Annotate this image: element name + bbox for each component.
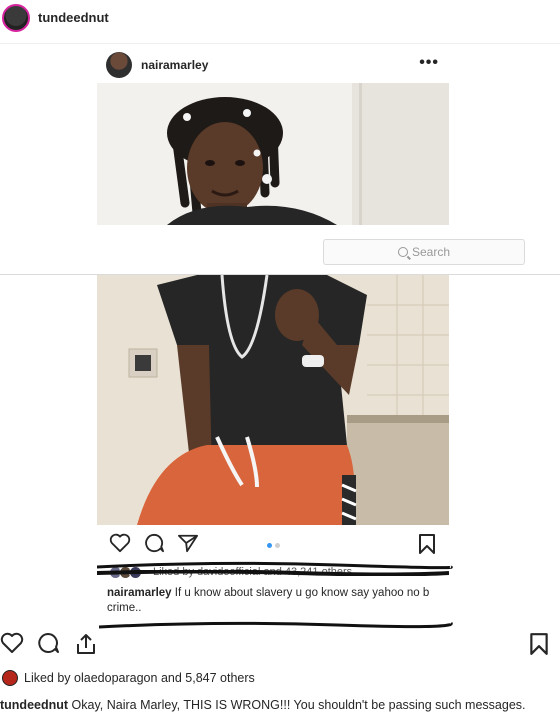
embedded-username[interactable]: nairamarley: [141, 58, 208, 72]
embedded-action-bar: [97, 533, 449, 557]
heart-icon[interactable]: [0, 632, 24, 654]
post-likes: Liked by olaedoparagon and 5,847 others: [0, 669, 255, 687]
embedded-caption-username[interactable]: nairamarley: [107, 587, 172, 599]
embedded-post-header: nairamarley •••: [97, 48, 449, 82]
carousel-dot-active: [267, 543, 272, 548]
share-icon[interactable]: [177, 533, 199, 553]
search-icon: [397, 247, 408, 257]
avatar[interactable]: [2, 4, 30, 32]
likes-user[interactable]: olaedoparagon: [74, 671, 157, 685]
comment-icon[interactable]: [36, 632, 60, 654]
embedded-screenshot: nairamarley ••• Search Liked by davidoof…: [0, 43, 560, 633]
post-username[interactable]: tundeednut: [38, 10, 109, 25]
bookmark-icon[interactable]: [417, 533, 437, 555]
search-placeholder: Search: [411, 245, 451, 259]
scribble-underline: [98, 621, 453, 629]
photo-bottom-graphic: [97, 275, 449, 525]
more-icon[interactable]: •••: [419, 54, 439, 72]
avatar[interactable]: [2, 670, 18, 686]
embedded-photo-top: [97, 83, 449, 225]
embedded-caption: nairamarley If u know about slavery u go…: [107, 586, 447, 616]
heart-icon[interactable]: [109, 533, 131, 553]
likes-count[interactable]: and 5,847 others: [161, 671, 255, 685]
caption-username[interactable]: tundeednut: [0, 698, 68, 712]
carousel-indicator: [267, 543, 280, 548]
likes-prefix: Liked by: [24, 671, 71, 685]
bookmark-icon[interactable]: [528, 632, 550, 656]
carousel-dot: [275, 543, 280, 548]
share-icon[interactable]: [74, 632, 98, 656]
post-header: tundeednut: [0, 0, 560, 34]
caption-text: Okay, Naira Marley, THIS IS WRONG!!! You…: [71, 698, 526, 712]
post-caption: tundeednut Okay, Naira Marley, THIS IS W…: [0, 698, 526, 712]
scribble-overline: [97, 561, 453, 570]
search-input[interactable]: Search: [323, 239, 525, 265]
comment-icon[interactable]: [143, 533, 165, 553]
post-action-bar: [0, 632, 560, 662]
photo-top-graphic: [97, 83, 449, 225]
embedded-avatar[interactable]: [106, 52, 132, 78]
embedded-photo-bottom: [97, 275, 449, 525]
